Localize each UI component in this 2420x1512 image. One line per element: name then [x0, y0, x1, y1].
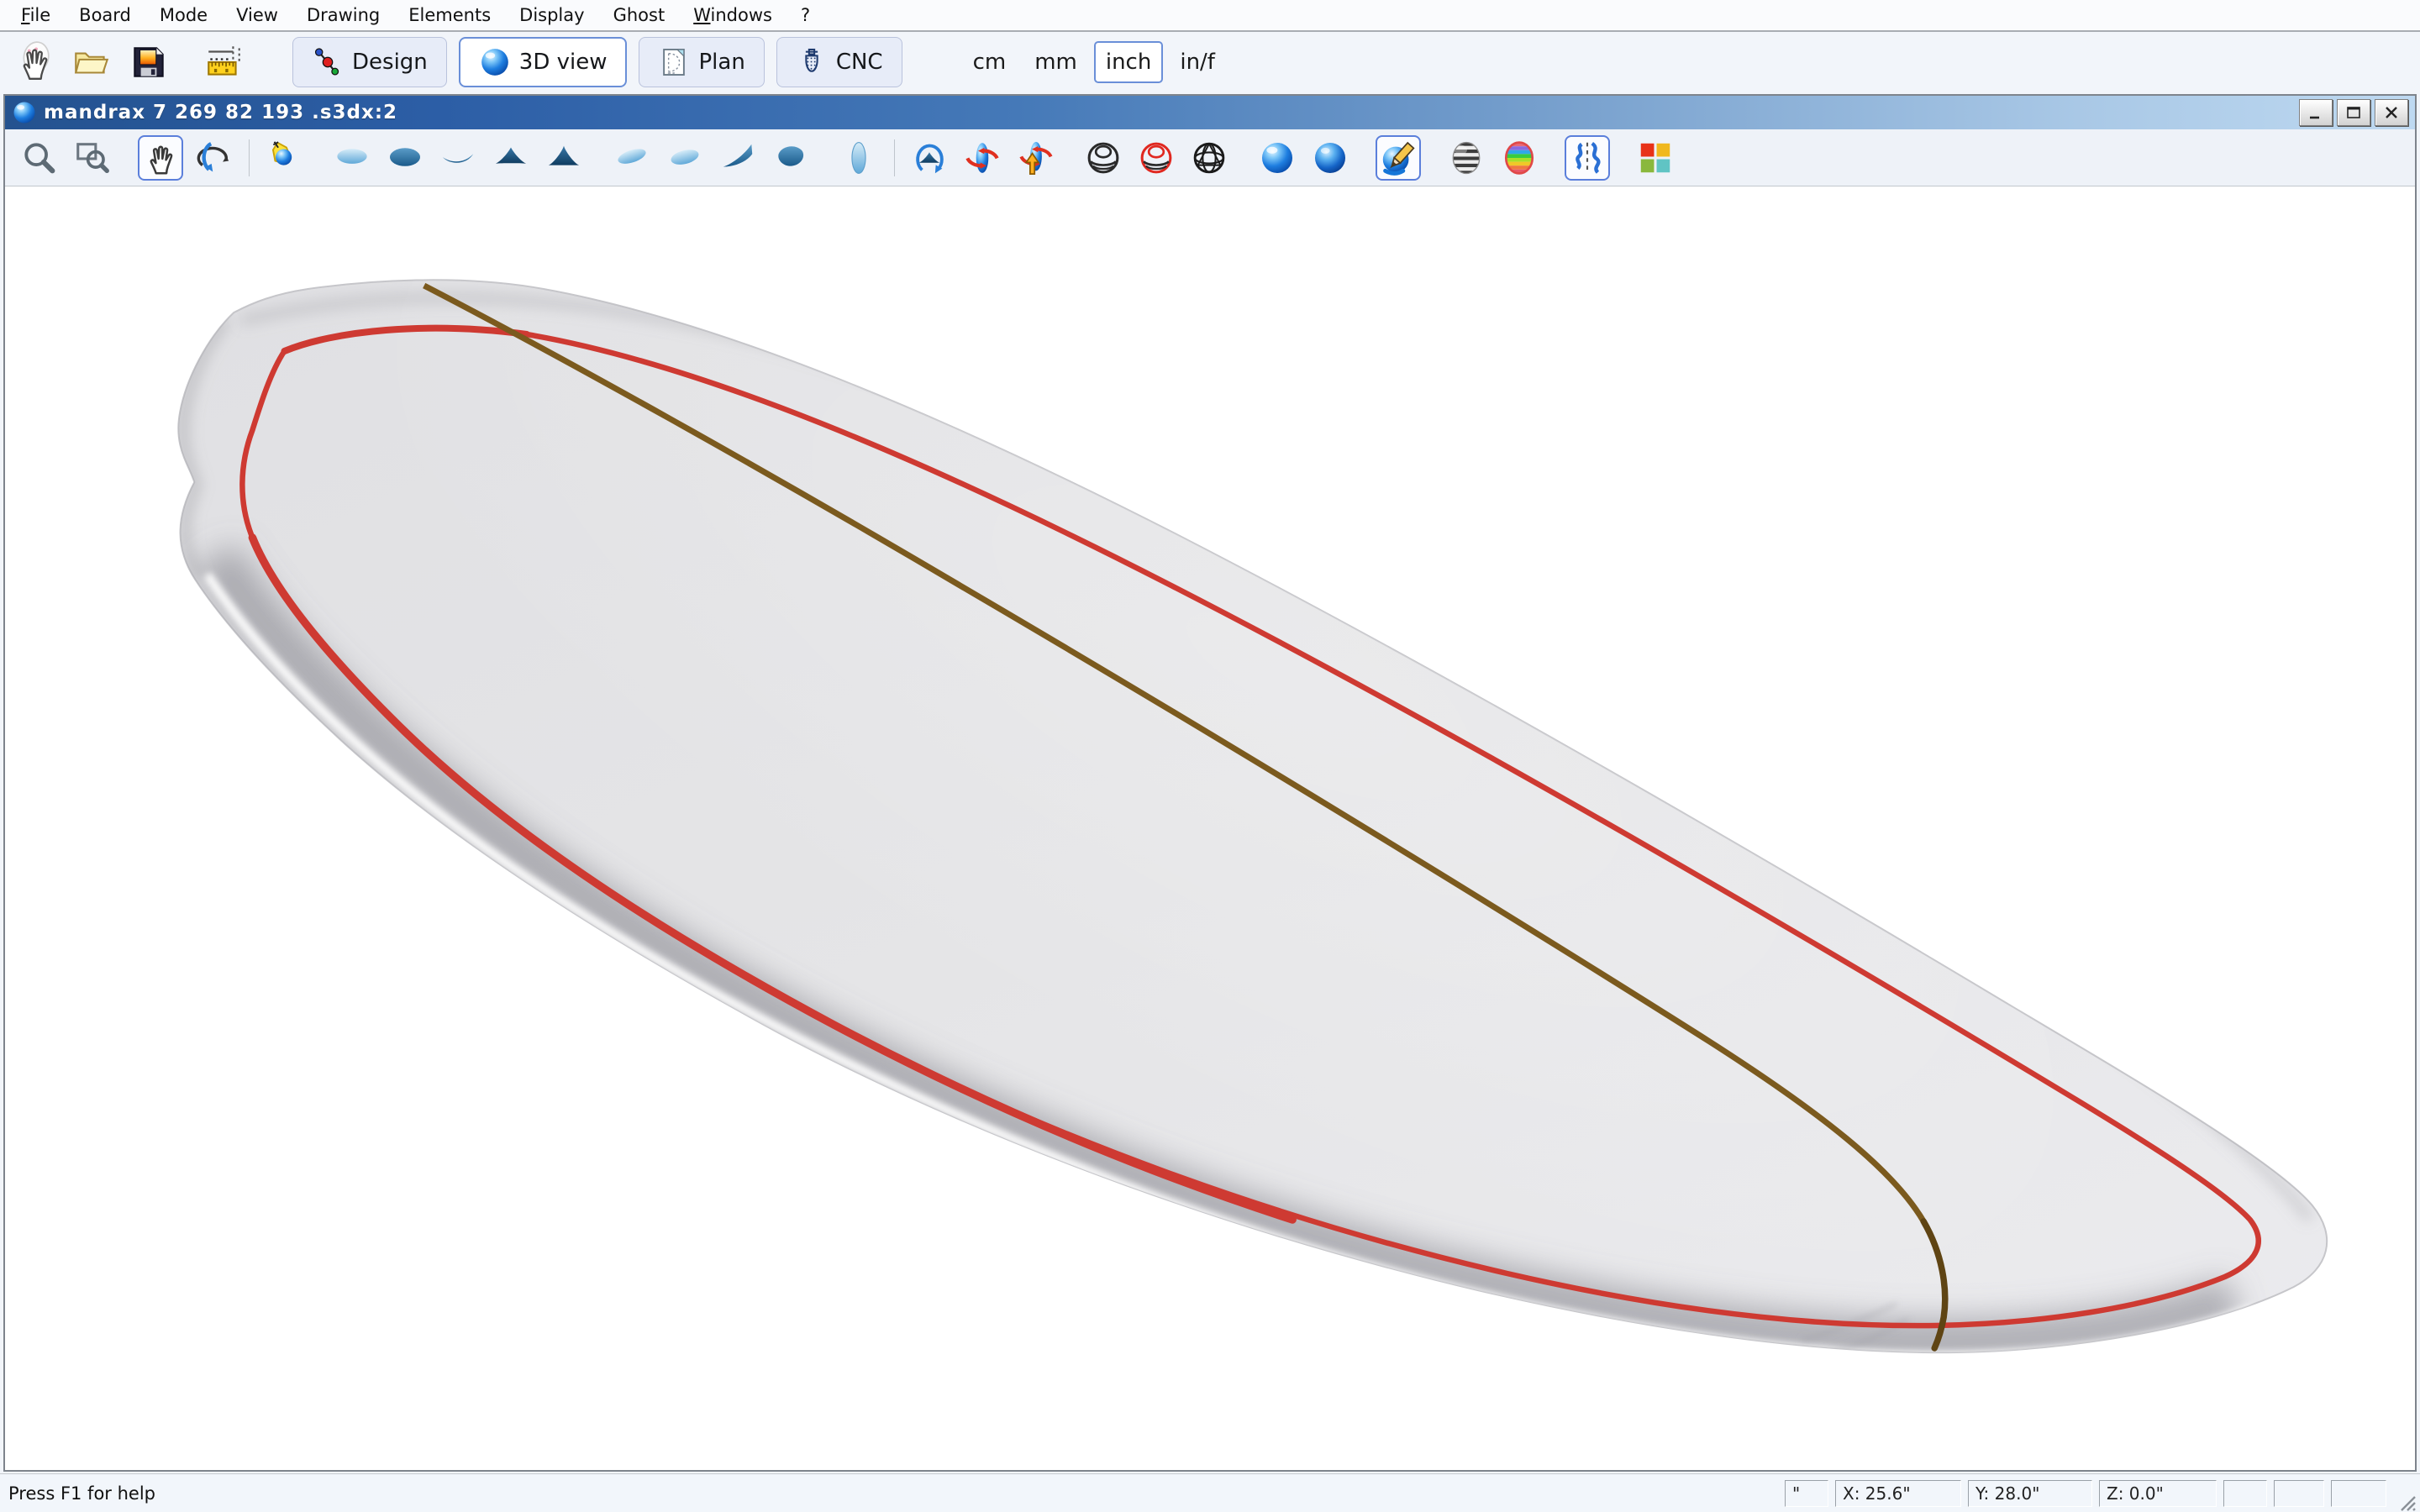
render-shaded-icon[interactable] [1307, 135, 1353, 181]
view-bottom-icon[interactable] [382, 135, 428, 181]
rotate-horizontal-icon[interactable] [960, 135, 1005, 181]
zoom-area-icon[interactable] [70, 135, 115, 181]
status-help-text: Press F1 for help [0, 1483, 1785, 1504]
symmetry-icon[interactable] [1565, 135, 1610, 181]
menu-bar: File Board Mode View Drawing Elements Di… [0, 0, 2420, 32]
menu-file[interactable]: File [7, 3, 65, 28]
surfboard-3d-render [5, 186, 2415, 1470]
menu-windows[interactable]: Windows [679, 3, 786, 28]
plan-button[interactable]: Plan [639, 37, 764, 87]
menu-display[interactable]: Display [505, 3, 598, 28]
plan-sheet-icon [658, 46, 690, 78]
design-button[interactable]: Design [292, 37, 447, 87]
close-icon [2382, 104, 2401, 121]
unit-inf[interactable]: in/f [1168, 41, 1227, 83]
design-button-label: Design [352, 50, 428, 75]
main-toolbar: Design 3D view Plan [0, 32, 2420, 92]
toolbar-separator [894, 139, 895, 176]
view-perspective-2-icon[interactable] [662, 135, 708, 181]
rotate-flip-icon[interactable] [907, 135, 952, 181]
slices-active-icon[interactable] [1134, 135, 1179, 181]
render-design-icon[interactable] [1376, 135, 1421, 181]
view-side-icon[interactable] [435, 135, 481, 181]
curvature-map-icon[interactable] [1497, 135, 1542, 181]
light-icon[interactable] [261, 135, 307, 181]
color-palette-icon[interactable] [1633, 135, 1678, 181]
maximize-icon [2344, 104, 2363, 121]
status-z-cell: Z: 0.0" [2099, 1480, 2217, 1507]
3d-view-button[interactable]: 3D view [459, 37, 628, 87]
menu-drawing[interactable]: Drawing [292, 3, 394, 28]
maximize-button[interactable] [2337, 99, 2370, 126]
view-perspective-1-icon[interactable] [609, 135, 655, 181]
status-unit-cell: " [1785, 1480, 1828, 1507]
wireframe-icon[interactable] [1186, 135, 1232, 181]
dimensions-icon[interactable] [200, 38, 249, 87]
app-icon [12, 100, 37, 125]
status-empty-cell [2223, 1480, 2267, 1507]
menu-view[interactable]: View [222, 3, 292, 28]
view-top-icon[interactable] [329, 135, 375, 181]
slices-icon[interactable] [1081, 135, 1126, 181]
menu-board[interactable]: Board [65, 3, 145, 28]
resize-grip[interactable] [2395, 1490, 2417, 1512]
3d-view-button-label: 3D view [519, 50, 608, 75]
unit-mm[interactable]: mm [1023, 41, 1089, 83]
sphere-icon [479, 46, 511, 78]
status-bar: Press F1 for help " X: 25.6" Y: 28.0" Z:… [0, 1473, 2420, 1512]
open-file-icon[interactable] [67, 38, 116, 87]
zoom-icon[interactable] [17, 135, 62, 181]
cnc-button[interactable]: CNC [776, 37, 902, 87]
cnc-button-label: CNC [836, 50, 883, 75]
rotate-vertical-icon[interactable] [1013, 135, 1058, 181]
viewport-3d[interactable] [5, 186, 2415, 1470]
view-toolbar [5, 129, 2415, 186]
document-title: mandrax 7 269 82 193 .s3dx:2 [44, 102, 2299, 123]
menu-mode[interactable]: Mode [145, 3, 222, 28]
document-titlebar[interactable]: mandrax 7 269 82 193 .s3dx:2 [5, 96, 2415, 129]
status-x-cell: X: 25.6" [1835, 1480, 1961, 1507]
window-controls [2299, 99, 2408, 126]
cnc-bit-icon [796, 46, 828, 78]
menu-elements[interactable]: Elements [394, 3, 505, 28]
menu-ghost[interactable]: Ghost [599, 3, 680, 28]
minimize-icon [2307, 104, 2325, 121]
view-perspective-4-icon[interactable] [768, 135, 813, 181]
view-back-icon[interactable] [541, 135, 587, 181]
close-button[interactable] [2375, 99, 2408, 126]
document-window: mandrax 7 269 82 193 .s3dx:2 [3, 94, 2417, 1472]
plan-button-label: Plan [698, 50, 744, 75]
new-board-icon[interactable] [10, 38, 59, 87]
unit-inch[interactable]: inch [1094, 41, 1163, 83]
save-file-icon[interactable] [124, 38, 173, 87]
status-empty-cell [2274, 1480, 2324, 1507]
unit-cm[interactable]: cm [961, 41, 1018, 83]
menu-help[interactable]: ? [786, 3, 824, 28]
zebra-stripes-icon[interactable] [1444, 135, 1489, 181]
minimize-button[interactable] [2299, 99, 2333, 126]
unit-toggle: cm mm inch in/f [961, 41, 1227, 83]
view-outline-icon[interactable] [836, 135, 881, 181]
status-y-cell: Y: 28.0" [1968, 1480, 2092, 1507]
render-smooth-icon[interactable] [1255, 135, 1300, 181]
design-nodes-icon [312, 46, 344, 78]
mode-buttons: Design 3D view Plan [292, 37, 902, 87]
orbit-icon[interactable] [191, 135, 236, 181]
pan-icon[interactable] [138, 135, 183, 181]
toolbar-separator [249, 139, 250, 176]
view-front-icon[interactable] [488, 135, 534, 181]
status-empty-cell [2331, 1480, 2386, 1507]
view-perspective-3-icon[interactable] [715, 135, 760, 181]
